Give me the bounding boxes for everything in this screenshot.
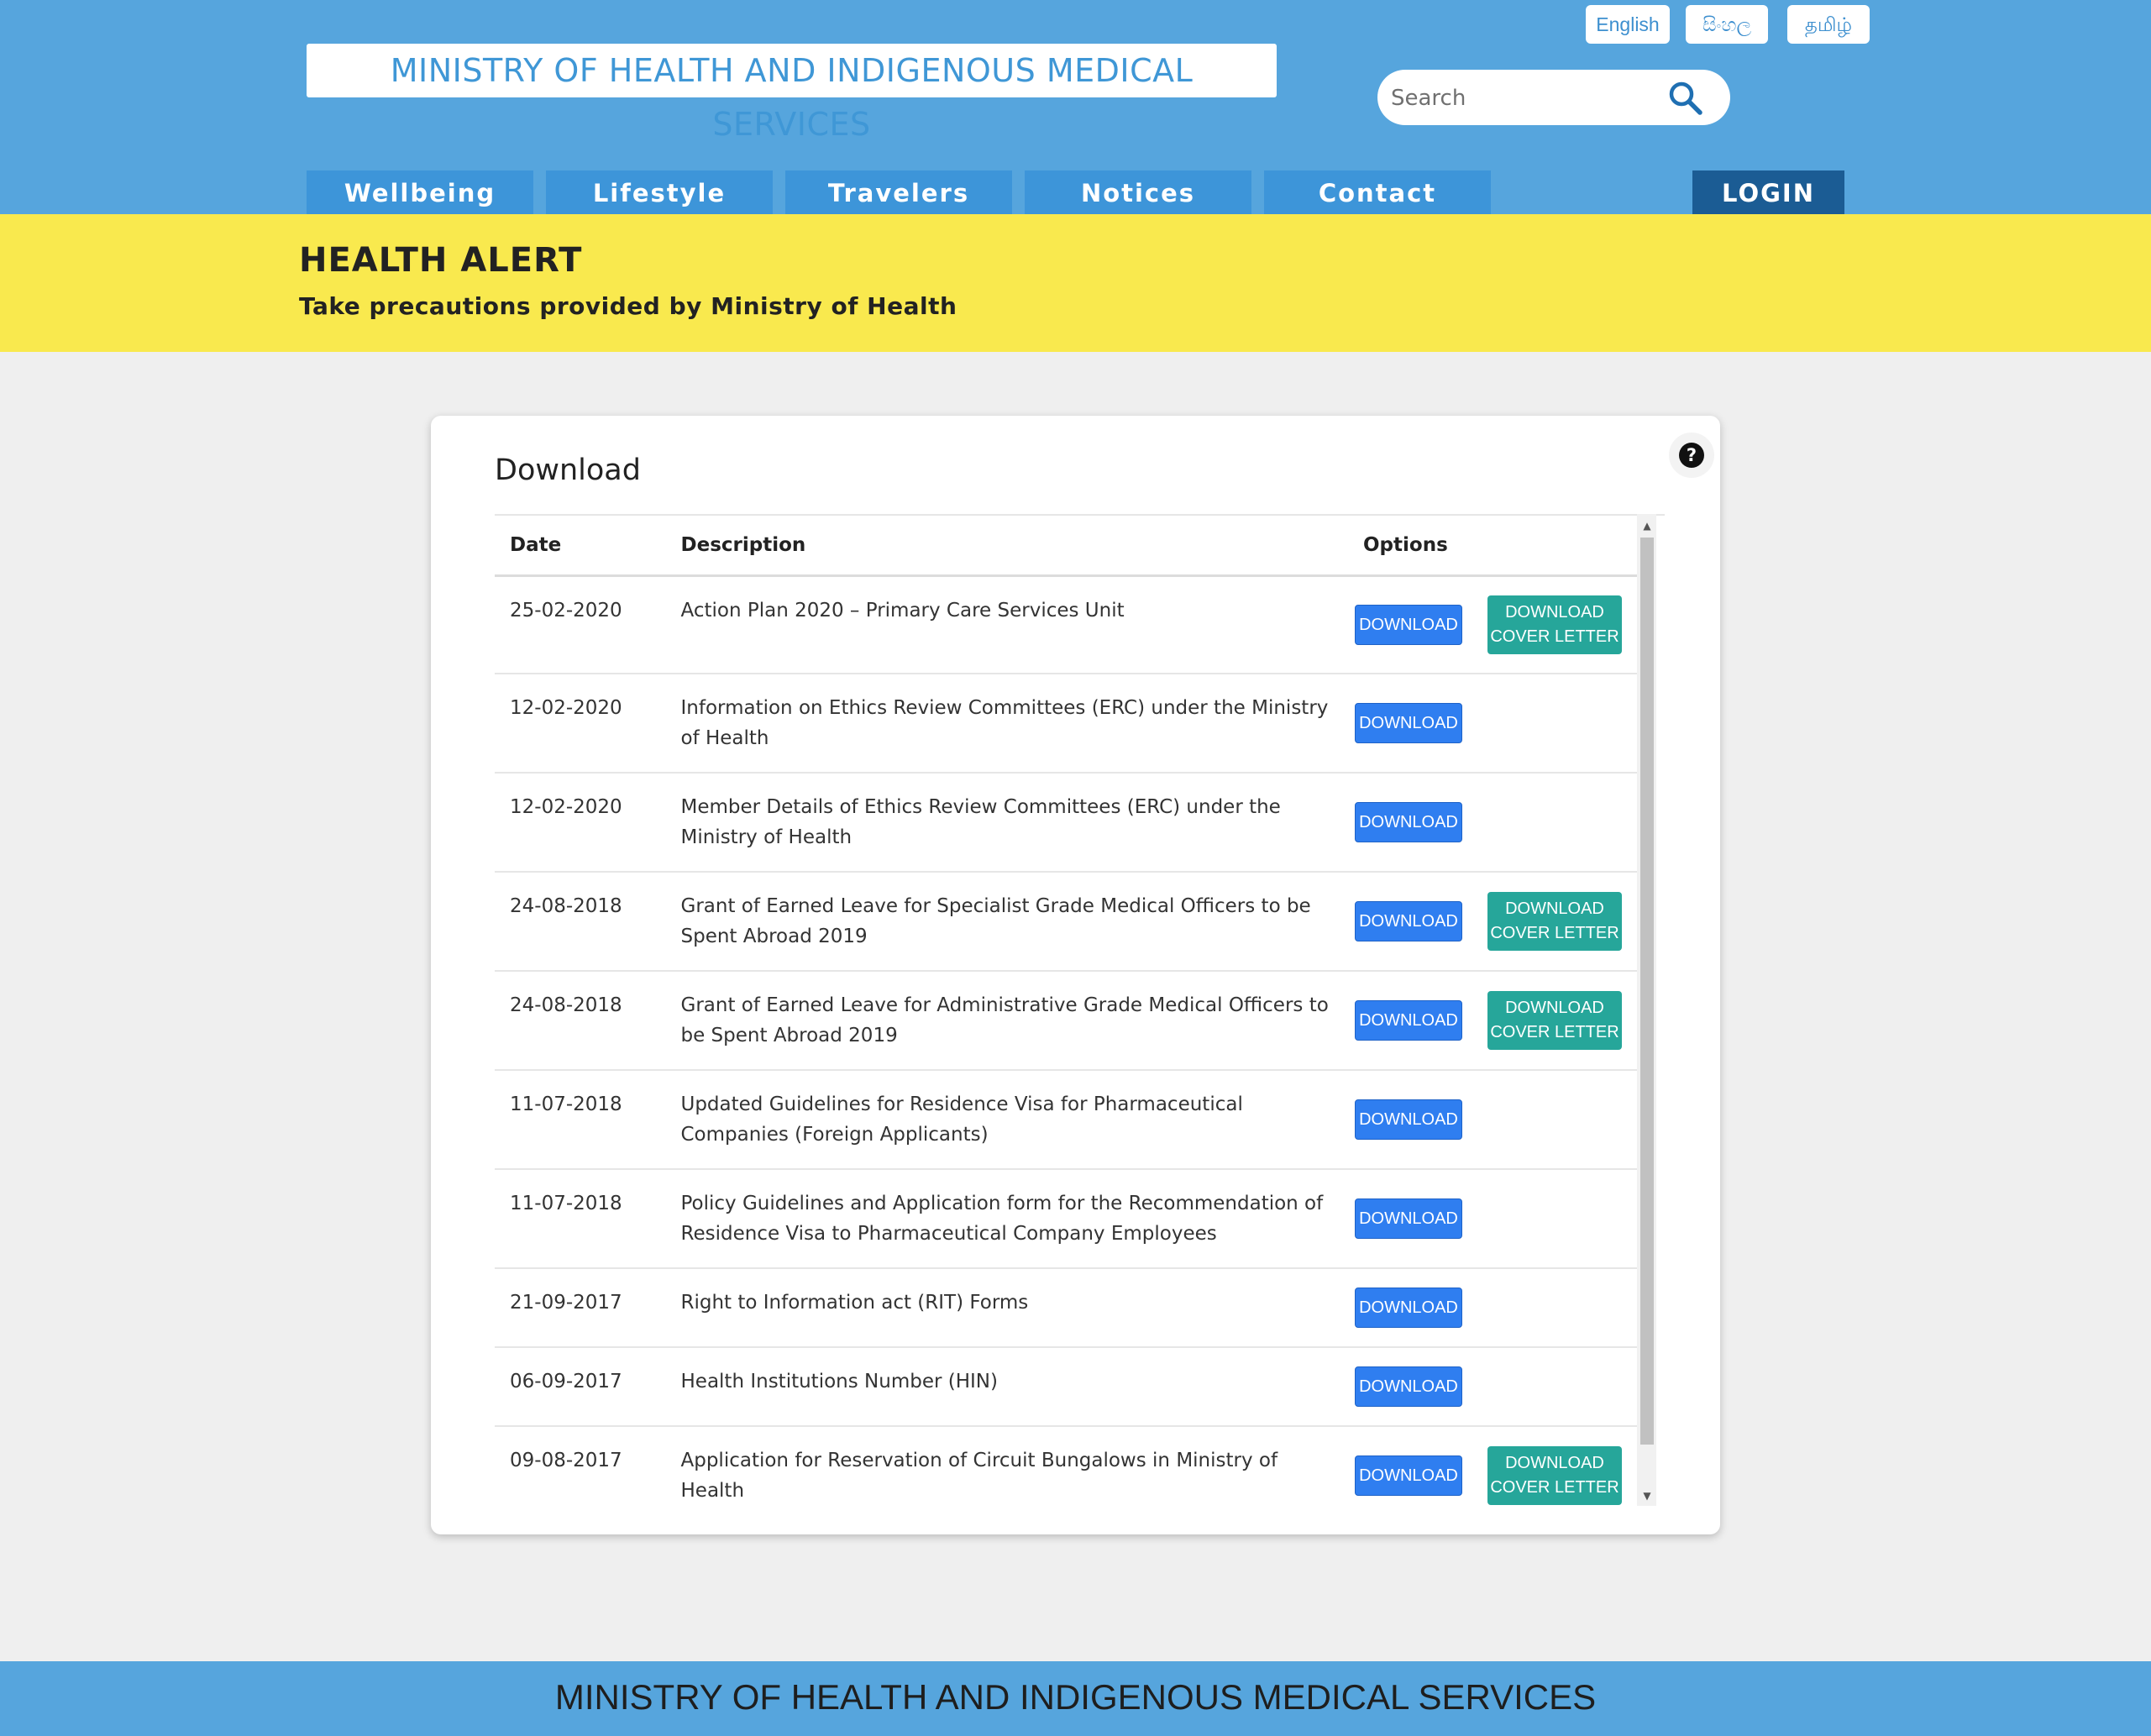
nav-lifestyle[interactable]: Lifestyle — [546, 170, 773, 214]
row-date: 11-07-2018 — [495, 1169, 666, 1269]
language-tamil[interactable]: தமிழ் — [1787, 5, 1870, 44]
table-row: 12-02-2020 Information on Ethics Review C… — [495, 674, 1637, 774]
table-row: 12-02-2020 Member Details of Ethics Revie… — [495, 773, 1637, 873]
help-icon[interactable]: ? — [1668, 432, 1715, 479]
table-row: 11-07-2018 Policy Guidelines and Applicat… — [495, 1169, 1637, 1269]
download-cover-letter-button[interactable]: DOWNLOAD COVER LETTER — [1487, 1446, 1622, 1505]
row-description: Health Institutions Number (HIN) — [665, 1347, 1348, 1427]
search-input[interactable] — [1389, 78, 1645, 118]
language-sinhala[interactable]: සිංහල — [1686, 5, 1768, 44]
scroll-down-arrow-icon[interactable]: ▼ — [1640, 1488, 1654, 1503]
health-alert-banner: HEALTH ALERT Take precautions provided b… — [0, 214, 2151, 352]
table-header-row: Date Description Options — [495, 516, 1637, 577]
download-table-container[interactable]: Date Description Options 25-02-2020 Actio… — [495, 514, 1665, 1508]
row-date: 06-09-2017 — [495, 1347, 666, 1427]
download-button[interactable]: DOWNLOAD — [1355, 1288, 1462, 1328]
table-row: 09-08-2017 Application for Reservation of… — [495, 1426, 1637, 1508]
row-date: 12-02-2020 — [495, 674, 666, 774]
download-button[interactable]: DOWNLOAD — [1355, 1366, 1462, 1407]
search-box — [1377, 70, 1730, 125]
row-options: DOWNLOAD DOWNLOAD COVER LETTER — [1348, 1426, 1637, 1508]
row-date: 24-08-2018 — [495, 971, 666, 1071]
alert-subtitle: Take precautions provided by Ministry of… — [299, 292, 957, 320]
row-date: 25-02-2020 — [495, 575, 666, 674]
svg-text:?: ? — [1687, 445, 1697, 465]
row-options: DOWNLOAD — [1348, 1268, 1637, 1348]
row-description: Right to Information act (RIT) Forms — [665, 1268, 1348, 1348]
row-description: Policy Guidelines and Application form f… — [665, 1169, 1348, 1269]
row-description: Member Details of Ethics Review Committe… — [665, 773, 1348, 873]
download-card: ? Download Date Description Options 25-0… — [431, 416, 1720, 1534]
download-cover-letter-button[interactable]: DOWNLOAD COVER LETTER — [1487, 595, 1622, 654]
row-description: Information on Ethics Review Committees … — [665, 674, 1348, 774]
table-row: 24-08-2018 Grant of Earned Leave for Admi… — [495, 971, 1637, 1071]
row-options: DOWNLOAD DOWNLOAD COVER LETTER — [1348, 575, 1637, 674]
row-options: DOWNLOAD — [1348, 1169, 1637, 1269]
download-cover-letter-button[interactable]: DOWNLOAD COVER LETTER — [1487, 892, 1622, 951]
search-icon[interactable] — [1667, 80, 1704, 117]
row-options: DOWNLOAD — [1348, 773, 1637, 873]
table-row: 24-08-2018 Grant of Earned Leave for Spec… — [495, 872, 1637, 972]
nav-notices[interactable]: Notices — [1025, 170, 1251, 214]
row-description: Grant of Earned Leave for Specialist Gra… — [665, 872, 1348, 972]
row-options: DOWNLOAD — [1348, 1347, 1637, 1427]
column-header-options: Options — [1348, 516, 1637, 577]
download-title: Download — [495, 454, 641, 487]
row-description: Application for Reservation of Circuit B… — [665, 1426, 1348, 1508]
download-button[interactable]: DOWNLOAD — [1355, 901, 1462, 941]
site-title[interactable]: MINISTRY OF HEALTH AND INDIGENOUS MEDICA… — [307, 44, 1277, 143]
download-button[interactable]: DOWNLOAD — [1355, 1198, 1462, 1239]
row-date: 09-08-2017 — [495, 1426, 666, 1508]
row-date: 12-02-2020 — [495, 773, 666, 873]
table-row: 25-02-2020 Action Plan 2020 – Primary Car… — [495, 575, 1637, 674]
row-options: DOWNLOAD — [1348, 674, 1637, 774]
column-header-date: Date — [495, 516, 666, 577]
download-button[interactable]: DOWNLOAD — [1355, 1099, 1462, 1140]
language-english[interactable]: English — [1586, 5, 1670, 44]
download-button[interactable]: DOWNLOAD — [1355, 605, 1462, 645]
table-row: 11-07-2018 Updated Guidelines for Residen… — [495, 1070, 1637, 1170]
login-button[interactable]: LOGIN — [1692, 170, 1844, 214]
download-table: Date Description Options 25-02-2020 Actio… — [495, 516, 1637, 1508]
site-footer: MINISTRY OF HEALTH AND INDIGENOUS MEDICA… — [0, 1661, 2151, 1736]
row-date: 24-08-2018 — [495, 872, 666, 972]
row-date: 21-09-2017 — [495, 1268, 666, 1348]
download-button[interactable]: DOWNLOAD — [1355, 1455, 1462, 1496]
scrollbar-thumb[interactable] — [1640, 538, 1654, 1445]
nav-contact[interactable]: Contact — [1264, 170, 1491, 214]
row-options: DOWNLOAD DOWNLOAD COVER LETTER — [1348, 872, 1637, 972]
table-row: 21-09-2017 Right to Information act (RIT)… — [495, 1268, 1637, 1348]
download-button[interactable]: DOWNLOAD — [1355, 1000, 1462, 1041]
nav-travelers[interactable]: Travelers — [785, 170, 1012, 214]
row-options: DOWNLOAD — [1348, 1070, 1637, 1170]
row-description: Action Plan 2020 – Primary Care Services… — [665, 575, 1348, 674]
alert-title: HEALTH ALERT — [299, 241, 583, 280]
row-description: Updated Guidelines for Residence Visa fo… — [665, 1070, 1348, 1170]
row-options: DOWNLOAD DOWNLOAD COVER LETTER — [1348, 971, 1637, 1071]
scroll-up-arrow-icon[interactable]: ▲ — [1640, 518, 1654, 533]
table-row: 06-09-2017 Health Institutions Number (HI… — [495, 1347, 1637, 1427]
site-header: MINISTRY OF HEALTH AND INDIGENOUS MEDICA… — [0, 0, 2151, 214]
nav-wellbeing[interactable]: Wellbeing — [307, 170, 533, 214]
download-button[interactable]: DOWNLOAD — [1355, 802, 1462, 842]
download-cover-letter-button[interactable]: DOWNLOAD COVER LETTER — [1487, 991, 1622, 1050]
column-header-description: Description — [665, 516, 1348, 577]
download-button[interactable]: DOWNLOAD — [1355, 703, 1462, 743]
row-description: Grant of Earned Leave for Administrative… — [665, 971, 1348, 1071]
row-date: 11-07-2018 — [495, 1070, 666, 1170]
